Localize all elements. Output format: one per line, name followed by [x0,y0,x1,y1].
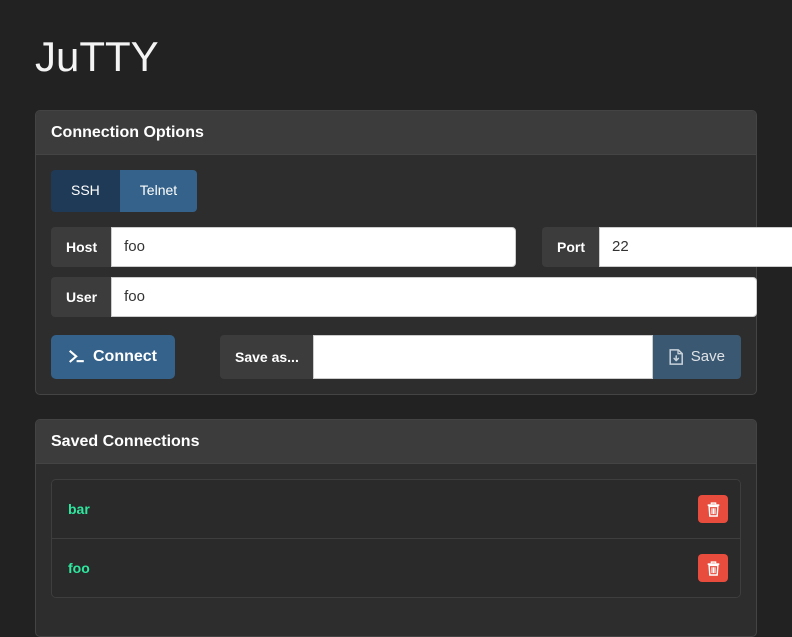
port-input[interactable] [599,226,792,267]
connection-options-title: Connection Options [51,124,204,142]
protocol-telnet-button[interactable]: Telnet [119,170,198,212]
connection-options-body: SSH Telnet Host Port User [36,155,792,394]
connect-button-label: Connect [93,347,157,365]
connection-options-panel: Connection Options SSH Telnet Host Port [35,110,792,395]
trash-icon [707,502,720,517]
save-as-label: Save as... [220,334,313,379]
save-as-group: Save as... Save [220,334,741,379]
protocol-ssh-button[interactable]: SSH [51,170,120,212]
trash-icon [707,561,720,576]
host-port-row: Host Port [51,226,792,267]
save-button-label: Save [690,348,725,366]
saved-connections-title: Saved Connections [51,432,200,450]
connect-button[interactable]: Connect [51,334,175,379]
terminal-prompt-icon [69,349,85,365]
list-item[interactable]: foo [52,539,740,598]
app-root: JuTTY Connection Options SSH Telnet Host… [0,0,792,637]
host-input[interactable] [111,226,516,267]
page-title: JuTTY [35,33,159,80]
user-input[interactable] [111,276,757,317]
action-row: Connect Save as... Save [51,334,741,379]
port-label: Port [542,226,599,267]
list-item[interactable]: bar [52,480,740,540]
save-button[interactable]: Save [652,334,741,379]
saved-connections-body: bar foo [36,464,756,636]
saved-connections-list: bar foo [51,479,741,599]
host-input-group: Host [51,226,516,267]
save-file-icon [669,349,684,365]
port-input-group: Port [542,226,792,267]
delete-connection-button[interactable] [698,554,728,583]
saved-connection-link[interactable]: foo [68,560,90,576]
saved-connections-panel: Saved Connections bar foo [35,418,757,637]
host-label: Host [51,226,112,267]
connection-options-heading: Connection Options [36,111,756,156]
save-as-input[interactable] [312,334,653,379]
saved-connection-link[interactable]: bar [68,501,90,517]
user-label: User [51,276,112,317]
protocol-toggle-group: SSH Telnet [51,170,741,212]
user-row: User [51,276,757,317]
user-input-group: User [51,276,757,317]
delete-connection-button[interactable] [698,495,728,524]
saved-connections-heading: Saved Connections [36,419,756,465]
